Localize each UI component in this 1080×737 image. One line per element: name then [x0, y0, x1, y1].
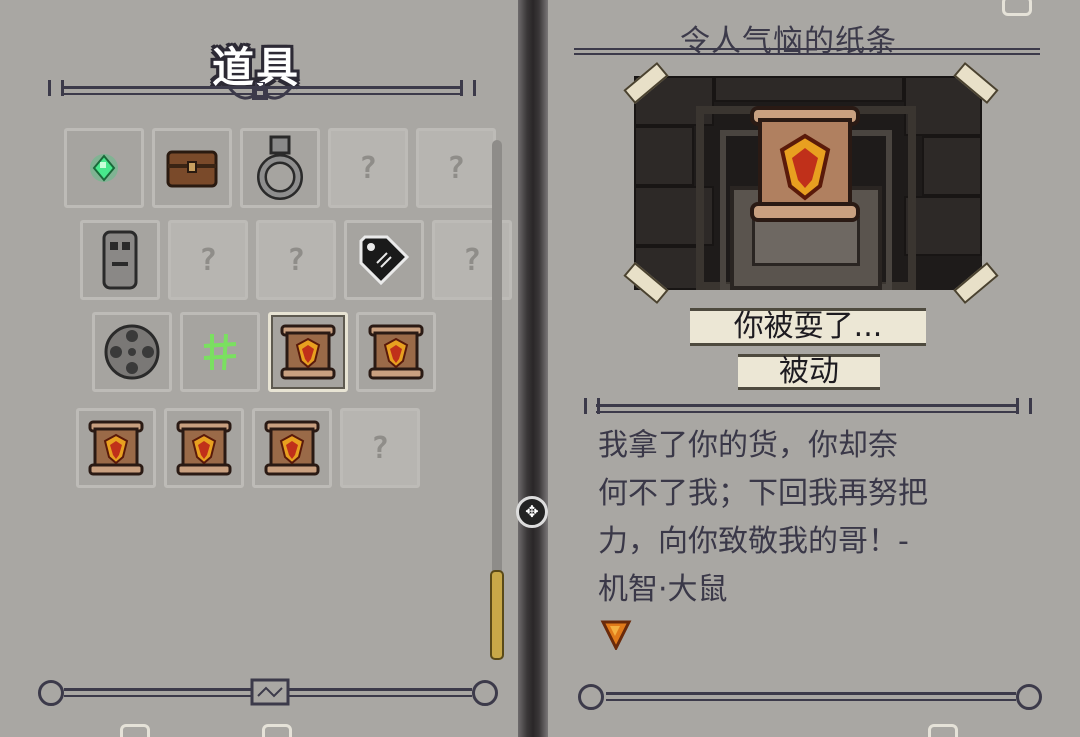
green-gem-icon: [84, 148, 124, 188]
item-slot[interactable]: [164, 408, 244, 488]
divider-cap: [584, 398, 600, 414]
item-slot[interactable]: [356, 312, 436, 392]
item-slot[interactable]: [152, 128, 232, 208]
rat-note-scroll-icon: [367, 323, 425, 381]
divider-ring: [38, 680, 64, 706]
item-description: 我拿了你的货，你却奈 何不了我；下回我再努把 力，向你致敬我的哥！- 机智·大鼠: [598, 422, 1018, 614]
divider-cap: [460, 80, 476, 96]
book-spine: [518, 0, 548, 737]
unknown-item-icon: ?: [198, 242, 218, 278]
item-slot[interactable]: [92, 312, 172, 392]
page-corner-tab: [928, 724, 958, 737]
description-line: 力，向你致敬我的哥！-: [598, 524, 909, 559]
item-grid-row: ?: [76, 408, 428, 488]
item-slot[interactable]: [240, 128, 320, 208]
unknown-item-icon: ?: [370, 430, 390, 466]
item-grid-row: [92, 312, 444, 392]
rat-note-scroll-icon: [279, 323, 337, 381]
item-name-underline: [574, 48, 1040, 55]
green-rune-icon: [200, 330, 240, 374]
lock-emblem-icon: [226, 82, 294, 100]
description-divider: [596, 404, 1016, 413]
divider-cap: [1016, 398, 1032, 414]
film-reel-icon: [102, 322, 162, 382]
black-tag-icon: [357, 233, 411, 287]
unknown-item-icon: ?: [358, 150, 378, 186]
divider-ring: [578, 684, 604, 710]
item-slot[interactable]: ?: [168, 220, 248, 300]
inventory-scrollbar-thumb[interactable]: [490, 570, 504, 660]
item-slot[interactable]: [180, 312, 260, 392]
item-slot[interactable]: ?: [328, 128, 408, 208]
item-quote-banner: 你被耍了...: [690, 308, 926, 346]
item-slot[interactable]: ?: [340, 408, 420, 488]
description-line: 机智·大鼠: [598, 572, 728, 607]
page-corner-tab: [1002, 0, 1032, 16]
inventory-page: 道具 ?? ??? ?: [0, 0, 518, 737]
stone-idol-icon: [98, 228, 142, 292]
item-slot[interactable]: [76, 408, 156, 488]
rat-note-scroll-icon: [750, 106, 860, 222]
unknown-item-icon: ?: [446, 150, 466, 186]
item-slot[interactable]: [344, 220, 424, 300]
divider-cap: [48, 80, 64, 96]
iron-ring-icon: [253, 133, 307, 203]
item-slot[interactable]: [80, 220, 160, 300]
unknown-item-icon: ?: [286, 242, 306, 278]
unknown-item-icon: ?: [462, 242, 482, 278]
item-grid-row: ??: [64, 128, 504, 208]
item-type-banner: 被动: [738, 354, 880, 390]
item-grid-row: ???: [80, 220, 520, 300]
divider-ring: [472, 680, 498, 706]
divider-ring: [1016, 684, 1042, 710]
item-slot[interactable]: [64, 128, 144, 208]
item-slot[interactable]: ?: [256, 220, 336, 300]
item-type: 被动: [779, 354, 839, 389]
description-line: 何不了我；下回我再努把: [598, 476, 928, 511]
bottom-divider: [606, 692, 1016, 701]
item-slot[interactable]: [252, 408, 332, 488]
description-line: 我拿了你的货，你却奈: [598, 428, 898, 463]
page-scroll-handle-icon[interactable]: ✥: [516, 496, 548, 528]
item-slot[interactable]: ?: [416, 128, 496, 208]
rat-note-scroll-icon: [175, 419, 233, 477]
map-emblem-icon: [250, 678, 290, 706]
treasure-chest-icon: [164, 146, 220, 190]
rat-note-scroll-icon: [87, 419, 145, 477]
item-slot-selected[interactable]: [268, 312, 348, 392]
page-corner-tab: [262, 724, 292, 737]
item-quote: 你被耍了...: [733, 309, 883, 344]
quality-d-icon: [600, 620, 632, 650]
rat-note-scroll-icon: [263, 419, 321, 477]
page-corner-tab: [120, 724, 150, 737]
ammonomicon-book: 道具 ?? ??? ? ✥ 令人气恼的纸条 你被耍了... 被动 我拿了你的货，…: [0, 0, 1080, 737]
item-preview-image: [634, 76, 982, 290]
